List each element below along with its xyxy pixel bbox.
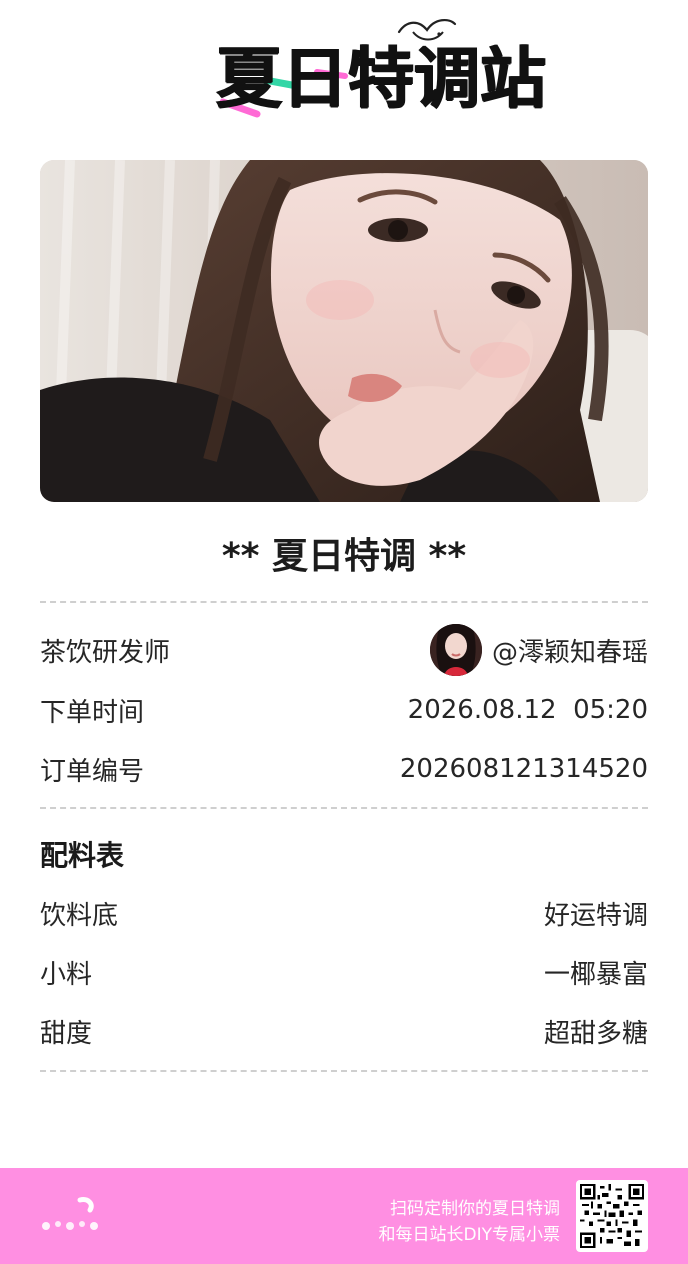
footer-text: 扫码定制你的夏日特调 和每日站长DIY专属小票 bbox=[379, 1196, 561, 1248]
divider-middle bbox=[40, 807, 648, 809]
row-order-time: 下单时间 2026.08.12 05:20 bbox=[40, 688, 648, 732]
order-number-value: 202608121314520 bbox=[399, 754, 648, 784]
topping-label: 小料 bbox=[40, 959, 93, 990]
divider-top bbox=[40, 601, 648, 603]
drink-base-value: 好运特调 bbox=[543, 900, 648, 931]
drink-base-label: 饮料底 bbox=[40, 900, 119, 931]
ticket-title: ** 夏日特调 ** bbox=[221, 536, 467, 577]
divider-bottom bbox=[40, 1070, 648, 1072]
order-time-value: 2026.08.12 05:20 bbox=[407, 695, 648, 725]
designer-label: 茶饮研发师 bbox=[40, 637, 171, 668]
logo-wordmark: 夏日特调站 bbox=[216, 40, 546, 117]
footer-logo-mark bbox=[42, 1197, 98, 1230]
sweetness-value: 超甜多糖 bbox=[543, 1018, 648, 1049]
ticket-page: 夏日特调站 ** 夏日特调 ** 茶饮研发师 @澪颖知春瑶 下单时间 2026.… bbox=[0, 0, 688, 1264]
recipe-title: 配料表 bbox=[40, 839, 125, 872]
row-sweetness: 甜度 超甜多糖 bbox=[40, 1009, 648, 1053]
header: 夏日特调站 bbox=[0, 0, 688, 140]
designer-value[interactable]: @澪颖知春瑶 bbox=[429, 624, 648, 676]
row-topping: 小料 一椰暴富 bbox=[40, 950, 648, 994]
sweetness-label: 甜度 bbox=[40, 1018, 93, 1049]
order-number-label: 订单编号 bbox=[40, 756, 145, 787]
designer-handle[interactable]: @澪颖知春瑶 bbox=[492, 632, 648, 669]
footer-banner: 扫码定制你的夏日特调 和每日站长DIY专属小票 bbox=[0, 1168, 688, 1264]
row-designer: 茶饮研发师 @澪颖知春瑶 bbox=[40, 624, 648, 676]
order-time-label: 下单时间 bbox=[40, 697, 145, 728]
footer-line-2: 和每日站长DIY专属小票 bbox=[378, 1225, 561, 1245]
topping-value: 一椰暴富 bbox=[543, 959, 648, 990]
hero-photo bbox=[40, 160, 648, 502]
row-drink-base: 饮料底 好运特调 bbox=[40, 891, 648, 935]
portrait-illustration bbox=[40, 160, 648, 502]
qr-code-icon[interactable] bbox=[576, 1180, 648, 1252]
row-order-number: 订单编号 202608121314520 bbox=[40, 747, 648, 791]
footer-line-1: 扫码定制你的夏日特调 bbox=[390, 1199, 560, 1219]
designer-avatar[interactable] bbox=[429, 624, 482, 676]
